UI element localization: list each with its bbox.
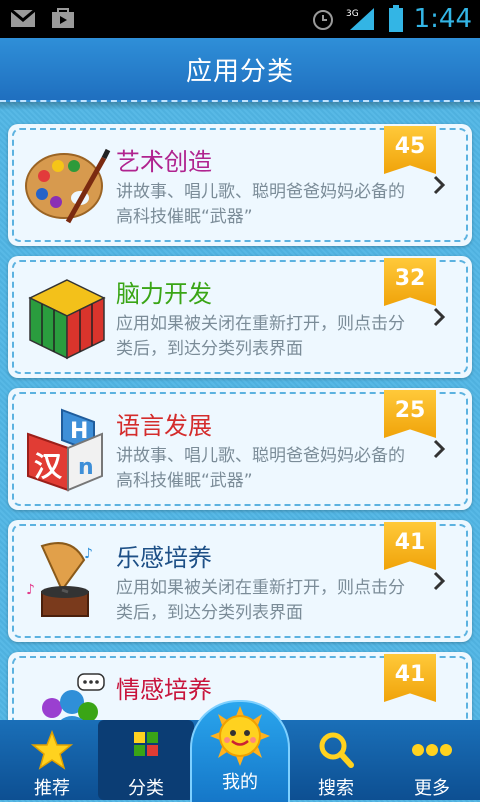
paint-palette-icon bbox=[25, 148, 111, 224]
rubiks-cube-icon bbox=[28, 279, 106, 360]
category-name: 脑力开发 bbox=[116, 280, 212, 308]
nav-label: 我的 bbox=[222, 772, 258, 793]
star-icon bbox=[30, 730, 74, 770]
svg-text:♪: ♪ bbox=[84, 546, 93, 562]
nav-label: 搜索 bbox=[318, 778, 354, 799]
category-card-brain[interactable]: 脑力开发 应用如果被关闭在重新打开，则点击分类后，到达分类列表界面 32 bbox=[8, 256, 472, 378]
header-shadow bbox=[0, 102, 480, 110]
nav-label: 更多 bbox=[414, 778, 450, 799]
battery-icon bbox=[388, 5, 403, 32]
svg-text:汉: 汉 bbox=[34, 450, 63, 483]
svg-text:♪: ♪ bbox=[26, 582, 35, 598]
nav-item-recommend[interactable]: 推荐 bbox=[4, 720, 100, 800]
nav-label: 推荐 bbox=[34, 778, 70, 799]
nav-item-category[interactable]: 分类 bbox=[98, 720, 194, 800]
alarm-icon bbox=[312, 10, 333, 30]
count-badge: 41 bbox=[384, 522, 436, 570]
category-card-music[interactable]: ♪ ♪ 乐感培养 应用如果被关闭在重新打开，则点击分类后，到达分类列表界面 41 bbox=[8, 520, 472, 642]
people-chat-icon bbox=[42, 673, 105, 720]
chevron-right-icon[interactable] bbox=[432, 306, 446, 328]
svg-text:3G: 3G bbox=[346, 9, 359, 19]
category-description: 应用如果被关闭在重新打开，则点击分类后，到达分类列表界面 bbox=[116, 578, 405, 623]
header-bar: 应用分类 bbox=[0, 38, 480, 102]
nav-item-mine[interactable]: 我的 bbox=[190, 700, 290, 802]
letter-blocks-icon: H 汉 n bbox=[27, 408, 103, 492]
category-name: 乐感培养 bbox=[116, 544, 212, 572]
page-title: 应用分类 bbox=[185, 56, 294, 87]
category-description: 应用如果被关闭在重新打开，则点击分类后，到达分类列表界面 bbox=[116, 314, 405, 359]
count-badge: 45 bbox=[384, 126, 436, 174]
count-badge: 25 bbox=[384, 390, 436, 438]
gmail-icon bbox=[10, 8, 36, 27]
gramophone-icon: ♪ ♪ bbox=[26, 542, 93, 617]
count-badge: 41 bbox=[384, 654, 436, 702]
magnifier-icon bbox=[319, 732, 354, 768]
category-name: 语言发展 bbox=[116, 412, 212, 440]
category-card-language[interactable]: H 汉 n 语言发展 讲故事、唱儿歌、聪明爸爸妈妈必备的高科技催眠“武器” 25 bbox=[8, 388, 472, 510]
category-card-art[interactable]: 艺术创造 讲故事、唱儿歌、聪明爸爸妈妈必备的高科技催眠“武器” 45 bbox=[8, 124, 472, 246]
svg-text:n: n bbox=[78, 455, 94, 480]
sun-face-icon bbox=[210, 706, 270, 766]
category-description: 讲故事、唱儿歌、聪明爸爸妈妈必备的高科技催眠“武器” bbox=[116, 446, 405, 491]
signal-icon: 3G bbox=[346, 8, 374, 30]
category-list[interactable]: 艺术创造 讲故事、唱儿歌、聪明爸爸妈妈必备的高科技催眠“武器” 45 脑力开发 … bbox=[0, 120, 480, 720]
category-name: 艺术创造 bbox=[116, 148, 212, 176]
nav-item-search[interactable]: 搜索 bbox=[288, 720, 384, 800]
nav-item-more[interactable]: 更多 bbox=[384, 720, 480, 800]
category-description: 讲故事、唱儿歌、聪明爸爸妈妈必备的高科技催眠“武器” bbox=[116, 182, 405, 227]
chevron-right-icon[interactable] bbox=[432, 174, 446, 196]
status-bar: 3G 1:44 bbox=[0, 0, 480, 38]
category-name: 情感培养 bbox=[116, 676, 212, 704]
count-badge: 32 bbox=[384, 258, 436, 306]
clock: 1:44 bbox=[413, 4, 472, 34]
chevron-right-icon[interactable] bbox=[432, 438, 446, 460]
chevron-right-icon[interactable] bbox=[432, 570, 446, 592]
nav-label: 分类 bbox=[128, 778, 164, 799]
category-grid-icon bbox=[134, 732, 158, 756]
shopping-bag-icon bbox=[52, 8, 74, 28]
more-dots-icon bbox=[412, 744, 452, 756]
